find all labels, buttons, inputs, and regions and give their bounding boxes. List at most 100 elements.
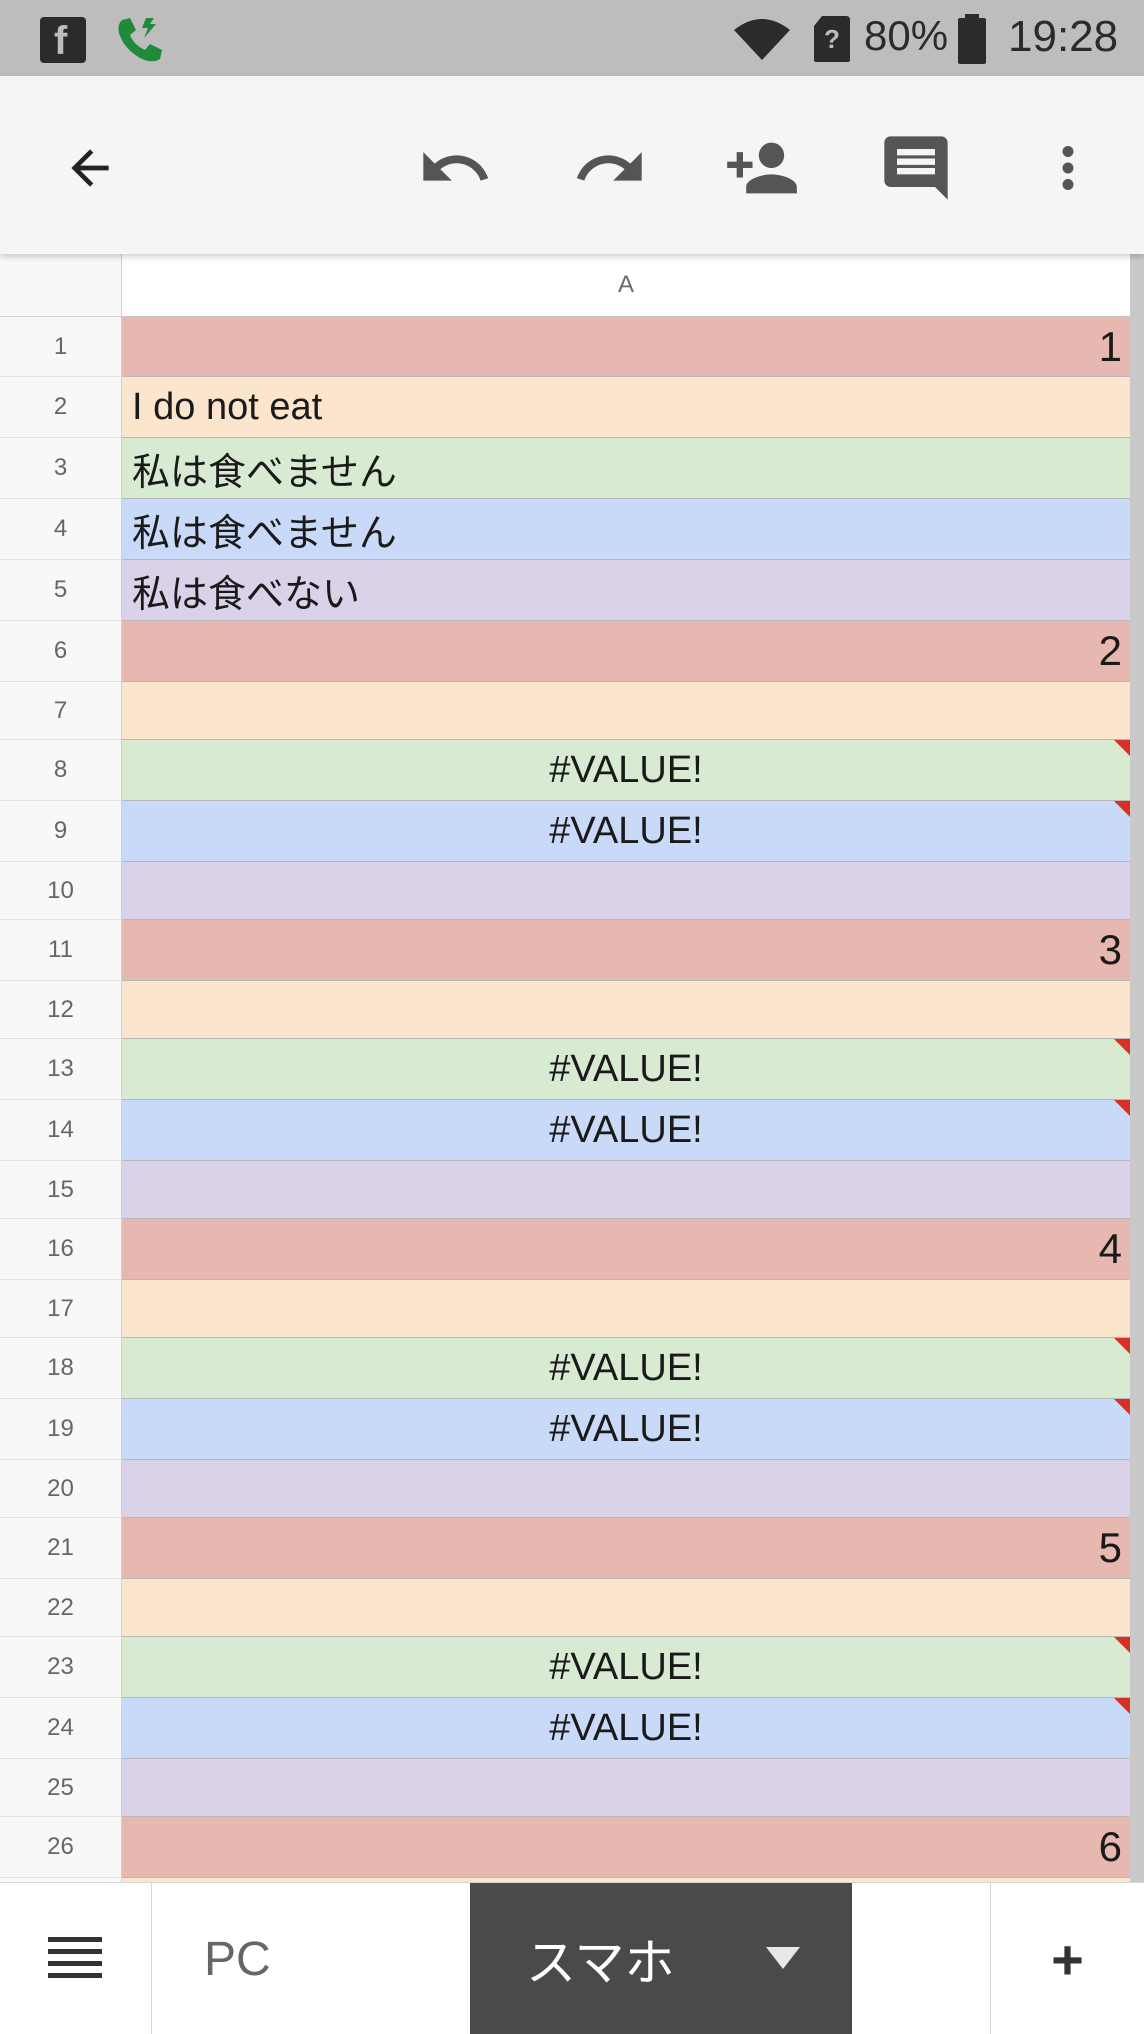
cell[interactable]: 私は食べない: [122, 560, 1130, 621]
cell[interactable]: #VALUE!: [122, 1100, 1130, 1161]
tab-sumaho-label: スマホ: [526, 1934, 675, 1992]
cell[interactable]: #VALUE!: [122, 1637, 1130, 1698]
cell[interactable]: [122, 1460, 1130, 1518]
table-row: 10: [0, 862, 1130, 920]
table-row: 19 #VALUE!: [0, 1399, 1130, 1460]
spreadsheet-grid[interactable]: A 112I do not eat 3 私は食べません 4 私は食べません 5 私は食べない…: [0, 254, 1144, 1882]
redo-button[interactable]: [560, 118, 660, 218]
error-indicator-icon[interactable]: [1114, 1338, 1130, 1354]
row-header[interactable]: 25: [0, 1759, 122, 1817]
cell[interactable]: #VALUE!: [122, 1698, 1130, 1759]
column-header-row: A: [0, 254, 1144, 317]
row-header[interactable]: 13: [0, 1039, 122, 1100]
cell[interactable]: #VALUE!: [122, 801, 1130, 862]
chevron-down-icon[interactable]: [766, 1947, 800, 1969]
sheet-tab-bar: PC スマホ +: [0, 1882, 1144, 2034]
cell[interactable]: 3: [122, 920, 1130, 981]
grid-edge: [1130, 254, 1144, 1882]
row-header[interactable]: 16: [0, 1219, 122, 1280]
table-row: 2I do not eat: [0, 377, 1130, 438]
row-header[interactable]: 6: [0, 621, 122, 682]
row-header[interactable]: 2: [0, 377, 122, 438]
cell[interactable]: #VALUE!: [122, 740, 1130, 801]
cell[interactable]: 5: [122, 1518, 1130, 1579]
row-header[interactable]: 15: [0, 1161, 122, 1219]
phone-call-icon: [118, 18, 162, 62]
all-sheets-button[interactable]: [0, 1883, 152, 2034]
cell-value: 1: [1098, 322, 1122, 370]
table-row: 11 3: [0, 920, 1130, 981]
error-indicator-icon[interactable]: [1114, 740, 1130, 756]
cell[interactable]: #VALUE!: [122, 1338, 1130, 1399]
back-button[interactable]: [40, 118, 140, 218]
table-row: 9 #VALUE!: [0, 801, 1130, 862]
row-header[interactable]: 10: [0, 862, 122, 920]
cell-value: #VALUE!: [549, 1645, 703, 1688]
status-bar: f ? 80% 19:28: [0, 0, 1144, 76]
row-header[interactable]: 5: [0, 560, 122, 621]
cell[interactable]: [122, 1759, 1130, 1817]
wifi-icon: [734, 19, 790, 60]
select-all-corner[interactable]: [0, 254, 122, 317]
cell[interactable]: [122, 682, 1130, 740]
cell[interactable]: [122, 1161, 1130, 1219]
table-row: 23 #VALUE!: [0, 1637, 1130, 1698]
row-header[interactable]: 23: [0, 1637, 122, 1698]
cell[interactable]: 1: [122, 317, 1130, 377]
row-header[interactable]: 12: [0, 981, 122, 1039]
error-indicator-icon[interactable]: [1114, 801, 1130, 817]
cell[interactable]: 4: [122, 1219, 1130, 1280]
cell[interactable]: 6: [122, 1817, 1130, 1878]
column-header-a[interactable]: A: [122, 254, 1130, 317]
row-header[interactable]: 4: [0, 499, 122, 560]
cell[interactable]: [122, 981, 1130, 1039]
row-header[interactable]: 17: [0, 1280, 122, 1338]
row-header[interactable]: 24: [0, 1698, 122, 1759]
row-header[interactable]: 9: [0, 801, 122, 862]
row-header[interactable]: 26: [0, 1817, 122, 1878]
app-toolbar: [0, 76, 1144, 254]
row-header[interactable]: 14: [0, 1100, 122, 1161]
table-row: 11: [0, 317, 1130, 377]
error-indicator-icon[interactable]: [1114, 1039, 1130, 1055]
row-header[interactable]: 1: [0, 317, 122, 377]
share-button[interactable]: [712, 118, 812, 218]
cell[interactable]: 私は食べません: [122, 438, 1130, 499]
row-header[interactable]: 18: [0, 1338, 122, 1399]
row-header[interactable]: 11: [0, 920, 122, 981]
cell[interactable]: I do not eat: [122, 377, 1130, 438]
comment-button[interactable]: [866, 118, 966, 218]
cell[interactable]: [122, 862, 1130, 920]
error-indicator-icon[interactable]: [1114, 1399, 1130, 1415]
battery-percent: 80%: [864, 12, 949, 59]
table-row: 8 #VALUE!: [0, 740, 1130, 801]
add-sheet-button[interactable]: +: [990, 1883, 1144, 2034]
cell[interactable]: #VALUE!: [122, 1399, 1130, 1460]
cell[interactable]: #VALUE!: [122, 1039, 1130, 1100]
row-header[interactable]: 20: [0, 1460, 122, 1518]
table-row: 20: [0, 1460, 1130, 1518]
cell[interactable]: 私は食べません: [122, 499, 1130, 560]
row-header[interactable]: 8: [0, 740, 122, 801]
table-row: 13 #VALUE!: [0, 1039, 1130, 1100]
row-header[interactable]: 3: [0, 438, 122, 499]
undo-button[interactable]: [405, 118, 505, 218]
row-header[interactable]: 21: [0, 1518, 122, 1579]
error-indicator-icon[interactable]: [1114, 1637, 1130, 1653]
row-header[interactable]: 19: [0, 1399, 122, 1460]
cell-value: I do not eat: [132, 385, 323, 428]
tab-pc[interactable]: PC: [152, 1883, 470, 2034]
row-header[interactable]: 7: [0, 682, 122, 740]
menu-icon: [47, 1937, 102, 1978]
cell[interactable]: [122, 1579, 1130, 1637]
table-row: 15: [0, 1161, 1130, 1219]
more-options-button[interactable]: [1018, 118, 1118, 218]
row-header[interactable]: 22: [0, 1579, 122, 1637]
cell[interactable]: 2: [122, 621, 1130, 682]
table-row: 26 6: [0, 1817, 1130, 1878]
cell-value: 6: [1098, 1823, 1122, 1870]
table-row: 4 私は食べません: [0, 499, 1130, 560]
error-indicator-icon[interactable]: [1114, 1698, 1130, 1714]
error-indicator-icon[interactable]: [1114, 1100, 1130, 1116]
cell[interactable]: [122, 1280, 1130, 1338]
